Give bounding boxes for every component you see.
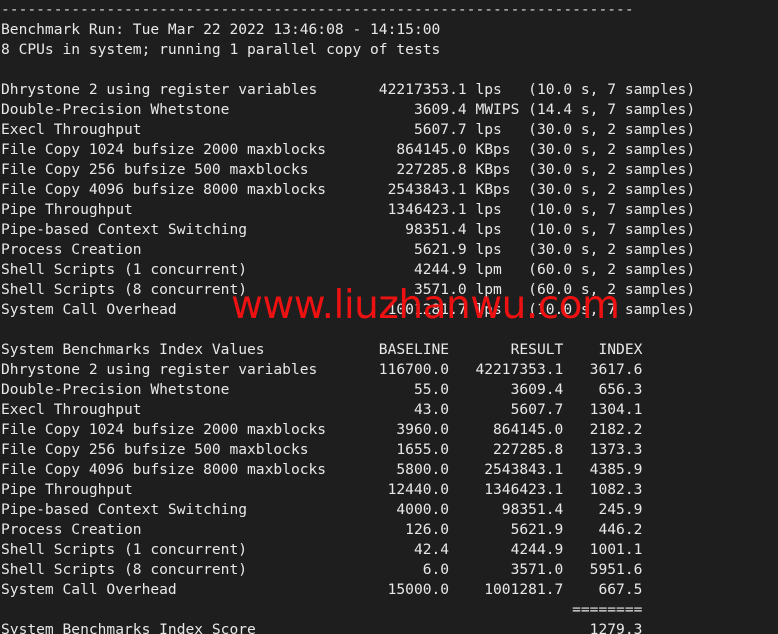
blank-line-1 [1,60,778,80]
raw-result-row: File Copy 1024 bufsize 2000 maxblocks 86… [1,140,778,160]
raw-result-row: Shell Scripts (1 concurrent) 4244.9 lpm … [1,260,778,280]
raw-result-row: Pipe-based Context Switching 98351.4 lps… [1,220,778,240]
index-separator: ======== [1,600,778,620]
index-row: System Call Overhead 15000.0 1001281.7 6… [1,580,778,600]
raw-result-row: System Call Overhead 1001281.7 lps (10.0… [1,300,778,320]
raw-result-row: File Copy 4096 bufsize 8000 maxblocks 25… [1,180,778,200]
index-row: Pipe Throughput 12440.0 1346423.1 1082.3 [1,480,778,500]
terminal-output: ----------------------------------------… [1,0,778,634]
raw-result-row: Shell Scripts (8 concurrent) 3571.0 lpm … [1,280,778,300]
raw-result-row: Dhrystone 2 using register variables 422… [1,80,778,100]
index-row: File Copy 4096 bufsize 8000 maxblocks 58… [1,460,778,480]
index-row: Double-Precision Whetstone 55.0 3609.4 6… [1,380,778,400]
raw-result-row: Execl Throughput 5607.7 lps (30.0 s, 2 s… [1,120,778,140]
index-row: Dhrystone 2 using register variables 116… [1,360,778,380]
blank-line-2 [1,320,778,340]
index-row: Shell Scripts (1 concurrent) 42.4 4244.9… [1,540,778,560]
cpu-info-line: 8 CPUs in system; running 1 parallel cop… [1,40,778,60]
index-table-header: System Benchmarks Index Values BASELINE … [1,340,778,360]
raw-result-row: Pipe Throughput 1346423.1 lps (10.0 s, 7… [1,200,778,220]
index-row: Shell Scripts (8 concurrent) 6.0 3571.0 … [1,560,778,580]
raw-result-row: Double-Precision Whetstone 3609.4 MWIPS … [1,100,778,120]
benchmark-run-line: Benchmark Run: Tue Mar 22 2022 13:46:08 … [1,20,778,40]
index-row: Process Creation 126.0 5621.9 446.2 [1,520,778,540]
index-row: Execl Throughput 43.0 5607.7 1304.1 [1,400,778,420]
raw-result-row: File Copy 256 bufsize 500 maxblocks 2272… [1,160,778,180]
index-row: Pipe-based Context Switching 4000.0 9835… [1,500,778,520]
rule-top: ----------------------------------------… [1,0,778,20]
raw-result-row: Process Creation 5621.9 lps (30.0 s, 2 s… [1,240,778,260]
terminal-window: ----------------------------------------… [0,0,778,634]
index-score-row: System Benchmarks Index Score 1279.3 [1,620,778,634]
index-row: File Copy 256 bufsize 500 maxblocks 1655… [1,440,778,460]
index-row: File Copy 1024 bufsize 2000 maxblocks 39… [1,420,778,440]
